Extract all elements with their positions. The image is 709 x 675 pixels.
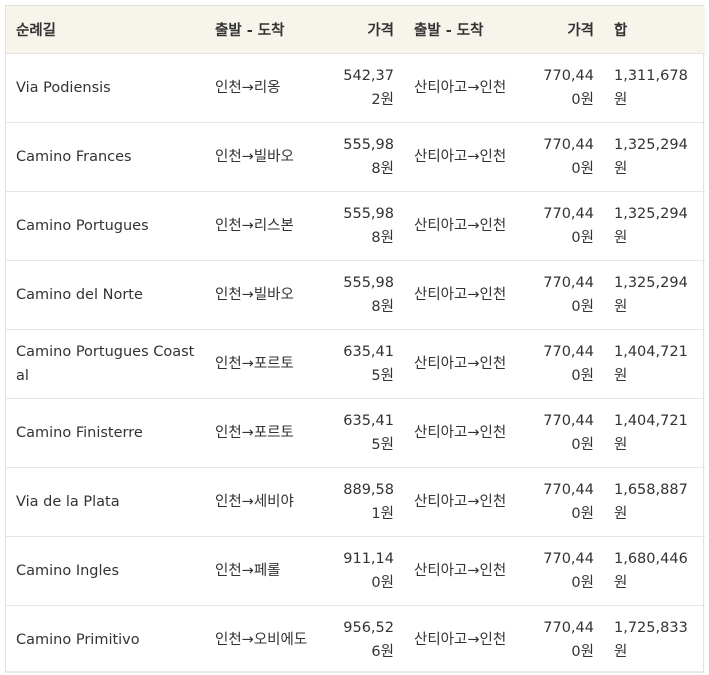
cell-total: 1,325,294원 xyxy=(614,274,688,315)
header-total: 합 xyxy=(614,22,628,39)
cell-return-leg: 산티아고→인천 xyxy=(414,424,507,441)
cell-total: 1,311,678원 xyxy=(614,67,688,108)
cell-return-price: 770,440원 xyxy=(543,412,594,453)
cell-total: 1,325,294원 xyxy=(614,136,688,177)
cell-route: Camino del Norte xyxy=(16,286,143,303)
cell-route: Via Podiensis xyxy=(16,79,111,96)
cell-out-price: 542,372원 xyxy=(343,67,394,108)
cell-total: 1,404,721원 xyxy=(614,343,688,384)
cell-out-price: 555,988원 xyxy=(343,205,394,246)
cell-return-leg: 산티아고→인천 xyxy=(414,217,507,234)
header-return-leg: 출발 - 도착 xyxy=(414,22,484,39)
cell-total: 1,658,887원 xyxy=(614,481,688,522)
cell-return-leg: 산티아고→인천 xyxy=(414,79,507,96)
cell-return-price: 770,440원 xyxy=(543,274,594,315)
table-body: Via Podiensis 인천→리옹 542,372원 산티아고→인천 770,440… xyxy=(6,53,705,674)
cell-out-leg: 인천→빌바오 xyxy=(215,148,294,165)
cell-return-price: 770,440원 xyxy=(543,619,594,660)
header-out-price: 가격 xyxy=(367,22,394,39)
table-row: Camino Portugues Coastal 인천→포르토 635,415원 산티… xyxy=(6,329,705,398)
cell-out-leg: 인천→페롤 xyxy=(215,562,281,579)
header-route: 순례길 xyxy=(16,22,57,39)
cell-route: Camino Primitivo xyxy=(16,631,140,648)
table-row: Camino del Norte 인천→빌바오 555,988원 산티아고→인천 770… xyxy=(6,260,705,329)
table-row: Camino Ingles 인천→페롤 911,140원 산티아고→인천 770,440… xyxy=(6,536,705,605)
header-return-price: 가격 xyxy=(567,22,594,39)
cell-total: 1,404,721원 xyxy=(614,412,688,453)
cell-return-price: 770,440원 xyxy=(543,67,594,108)
cell-out-leg: 인천→세비야 xyxy=(215,493,294,510)
header-out-leg: 출발 - 도착 xyxy=(215,22,285,39)
cell-out-leg: 인천→리스본 xyxy=(215,217,294,234)
cell-total: 1,680,446원 xyxy=(614,550,688,591)
cell-return-price: 770,440원 xyxy=(543,136,594,177)
cell-out-price: 635,415원 xyxy=(343,343,394,384)
cell-out-price: 956,526원 xyxy=(343,619,394,660)
cell-return-leg: 산티아고→인천 xyxy=(414,631,507,648)
table-row: Camino Frances 인천→빌바오 555,988원 산티아고→인천 770,4… xyxy=(6,122,705,191)
price-table-container: 순례길 출발 - 도착 가격 출발 - 도착 가격 합 Via Podiensi… xyxy=(5,5,705,674)
cell-return-leg: 산티아고→인천 xyxy=(414,493,507,510)
cell-route: Camino Finisterre xyxy=(16,424,143,441)
table-row: Camino Primitivo 인천→오비에도 956,526원 산티아고→인천 77… xyxy=(6,605,705,674)
cell-out-leg: 인천→리옹 xyxy=(215,79,281,96)
cell-out-price: 555,988원 xyxy=(343,136,394,177)
price-table: 순례길 출발 - 도착 가격 출발 - 도착 가격 합 Via Podiensi… xyxy=(6,6,705,674)
table-row: Camino Finisterre 인천→포르토 635,415원 산티아고→인천 77… xyxy=(6,398,705,467)
cell-return-price: 770,440원 xyxy=(543,205,594,246)
cell-return-leg: 산티아고→인천 xyxy=(414,148,507,165)
cell-out-leg: 인천→빌바오 xyxy=(215,286,294,303)
cell-out-price: 555,988원 xyxy=(343,274,394,315)
cell-route: Camino Ingles xyxy=(16,562,120,579)
cell-out-leg: 인천→오비에도 xyxy=(215,631,308,648)
cell-total: 1,325,294원 xyxy=(614,205,688,246)
cell-return-price: 770,440원 xyxy=(543,343,594,384)
cell-out-price: 635,415원 xyxy=(343,412,394,453)
table-header: 순례길 출발 - 도착 가격 출발 - 도착 가격 합 xyxy=(6,6,705,53)
cell-return-leg: 산티아고→인천 xyxy=(414,286,507,303)
cell-out-leg: 인천→포르토 xyxy=(215,355,294,372)
cell-return-price: 770,440원 xyxy=(543,481,594,522)
cell-return-leg: 산티아고→인천 xyxy=(414,355,507,372)
cell-return-leg: 산티아고→인천 xyxy=(414,562,507,579)
table-row: Via Podiensis 인천→리옹 542,372원 산티아고→인천 770,440… xyxy=(6,53,705,122)
cell-out-leg: 인천→포르토 xyxy=(215,424,294,441)
cell-route: Via de la Plata xyxy=(16,493,120,510)
cell-route: Camino Portugues xyxy=(16,217,149,234)
cell-return-price: 770,440원 xyxy=(543,550,594,591)
cell-out-price: 911,140원 xyxy=(343,550,394,591)
header-row: 순례길 출발 - 도착 가격 출발 - 도착 가격 합 xyxy=(6,6,705,53)
cell-out-price: 889,581원 xyxy=(343,481,394,522)
cell-route: Camino Portugues Coastal xyxy=(16,343,195,384)
cell-total: 1,725,833원 xyxy=(614,619,688,660)
cell-route: Camino Frances xyxy=(16,148,132,165)
table-row: Via de la Plata 인천→세비야 889,581원 산티아고→인천 770,… xyxy=(6,467,705,536)
table-row: Camino Portugues 인천→리스본 555,988원 산티아고→인천 770… xyxy=(6,191,705,260)
